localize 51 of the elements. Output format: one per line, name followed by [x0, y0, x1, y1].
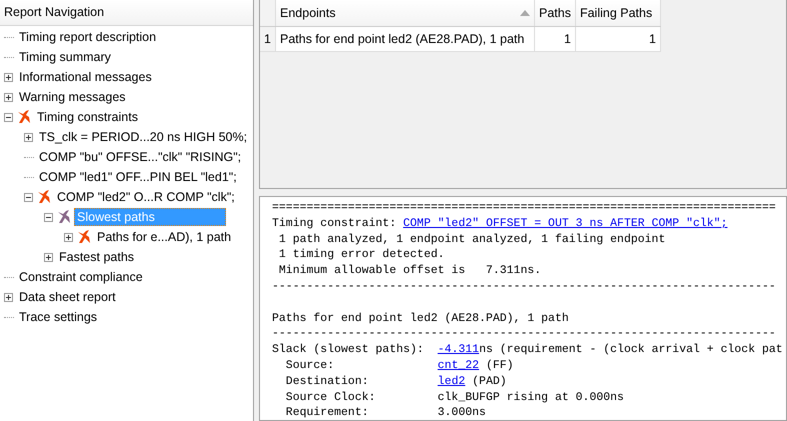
collapse-toggle[interactable]	[24, 192, 33, 202]
expand-toggle[interactable]	[4, 292, 13, 302]
report-text: ns (requirement - (clock arrival + clock pat	[479, 343, 783, 356]
expand-toggle[interactable]	[64, 232, 73, 242]
sort-arrow-icon	[520, 10, 530, 16]
tree-item[interactable]: TS_clk = PERIOD...20 ns HIGH 50%;	[36, 128, 250, 146]
tree-item[interactable]: Timing report description	[16, 28, 160, 46]
tree-item[interactable]: COMP "bu" OFFSE..."clk" "RISING";	[36, 148, 244, 166]
row-number: 1	[260, 26, 276, 52]
report-link[interactable]: cnt_22	[438, 358, 480, 372]
report-text: (PAD)	[471, 374, 507, 388]
report-text: Requirement: 3.000ns	[284, 406, 486, 420]
tree-item[interactable]: COMP "led2" O...R COMP "clk";	[54, 188, 238, 206]
report-text: -------------------------------------------------------------------------	[272, 280, 776, 293]
collapse-toggle[interactable]	[4, 112, 13, 122]
report-text: Source:	[284, 358, 336, 372]
report-text: Paths for end point led2 (AE28.PAD), 1 path	[272, 312, 569, 325]
report-text: 1 timing error detected.	[278, 248, 445, 262]
table-cell: 1	[575, 26, 660, 52]
tree-item[interactable]: Constraint compliance	[16, 268, 146, 286]
tree-item[interactable]: Data sheet report	[16, 288, 119, 306]
expand-toggle[interactable]	[44, 252, 53, 262]
collapse-toggle[interactable]	[44, 212, 53, 222]
tree-item[interactable]: Timing summary	[16, 48, 114, 66]
column-header[interactable]: Failing Paths	[575, 0, 660, 26]
report-link[interactable]: led2	[438, 374, 466, 388]
tree-item[interactable]: Fastest paths	[56, 248, 138, 266]
expand-toggle[interactable]	[4, 72, 13, 82]
table-cell: 1	[534, 26, 576, 52]
report-text: =========================================================================	[272, 201, 776, 214]
report-text: (FF)	[484, 358, 514, 372]
report-text: Timing constraint:	[272, 216, 398, 230]
tree-item[interactable]: Trace settings	[16, 308, 100, 326]
tree-item[interactable]: Timing constraints	[34, 108, 141, 126]
report-text: Slack (slowest paths):	[272, 343, 425, 356]
report-text: 1 path analyzed, 1 endpoint analyzed, 1 failing endpoint	[278, 232, 666, 246]
tree-item[interactable]: Informational messages	[16, 68, 155, 86]
report-link[interactable]: -4.311	[438, 343, 480, 356]
tree-item[interactable]: COMP "led1" OFF...PIN BEL "led1";	[36, 168, 240, 186]
expand-toggle[interactable]	[24, 132, 33, 142]
expand-toggle[interactable]	[4, 92, 13, 102]
tree-item[interactable]: Warning messages	[16, 88, 129, 106]
table-cell: Paths for end point led2 (AE28.PAD), 1 path	[276, 26, 534, 52]
column-header[interactable]: Endpoints	[276, 0, 534, 26]
report-link[interactable]: COMP "led2" OFFSET = OUT 3 ns AFTER COMP "clk";	[403, 216, 728, 230]
report-text: Source Clock: clk_BUFGP rising at 0.000ns	[284, 390, 624, 404]
report-text: Minimum allowable offset is 7.311ns.	[278, 264, 542, 278]
column-header[interactable]: Paths	[534, 0, 576, 26]
report-text: Destination:	[284, 374, 370, 388]
report-text: -------------------------------------------------------------------------	[272, 327, 776, 340]
tree-item[interactable]: Paths for e...AD), 1 path	[94, 228, 234, 246]
